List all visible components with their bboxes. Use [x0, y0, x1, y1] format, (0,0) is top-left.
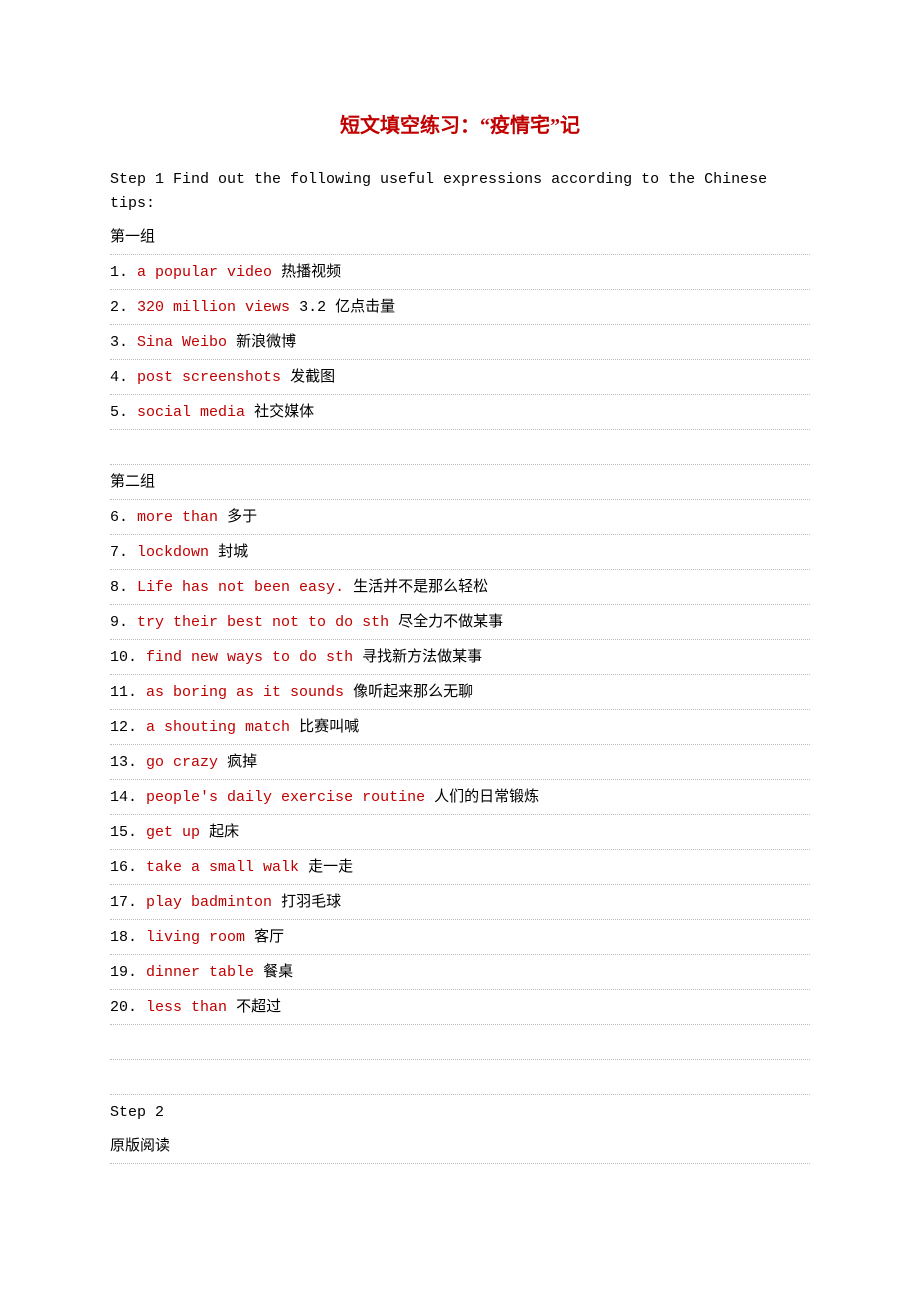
- item-chinese: 打羽毛球: [281, 894, 341, 911]
- item-english: 320 million views: [137, 299, 290, 316]
- item-english: get up: [146, 824, 200, 841]
- item-english: as boring as it sounds: [146, 684, 344, 701]
- group2-heading: 第二组: [110, 465, 810, 500]
- item-english: a popular video: [137, 264, 272, 281]
- list-item: 16. take a small walk 走一走: [110, 850, 810, 885]
- list-item: 2. 320 million views 3.2 亿点击量: [110, 290, 810, 325]
- item-number: 14.: [110, 789, 137, 806]
- list-item: 17. play badminton 打羽毛球: [110, 885, 810, 920]
- item-chinese: 生活并不是那么轻松: [353, 579, 488, 596]
- list-item: 19. dinner table 餐桌: [110, 955, 810, 990]
- item-english: go crazy: [146, 754, 218, 771]
- item-number: 6.: [110, 509, 128, 526]
- item-chinese: 人们的日常锻炼: [434, 789, 539, 806]
- item-chinese: 疯掉: [227, 754, 257, 771]
- item-chinese: 热播视频: [281, 264, 341, 281]
- item-number: 17.: [110, 894, 137, 911]
- list-item: 12. a shouting match 比赛叫喊: [110, 710, 810, 745]
- step2-label: Step 2: [110, 1095, 810, 1129]
- item-number: 12.: [110, 719, 137, 736]
- item-chinese: 发截图: [290, 369, 335, 386]
- item-number: 20.: [110, 999, 137, 1016]
- item-chinese: 封城: [218, 544, 248, 561]
- item-english: a shouting match: [146, 719, 290, 736]
- item-english: take a small walk: [146, 859, 299, 876]
- item-english: try their best not to do sth: [137, 614, 389, 631]
- item-english: people's daily exercise routine: [146, 789, 425, 806]
- item-chinese: 寻找新方法做某事: [362, 649, 482, 666]
- item-english: play badminton: [146, 894, 272, 911]
- item-english: living room: [146, 929, 245, 946]
- item-english: less than: [146, 999, 227, 1016]
- item-number: 18.: [110, 929, 137, 946]
- item-chinese: 比赛叫喊: [299, 719, 359, 736]
- item-english: Life has not been easy.: [137, 579, 344, 596]
- list-item: 13. go crazy 疯掉: [110, 745, 810, 780]
- item-english: lockdown: [137, 544, 209, 561]
- list-item: 7. lockdown 封城: [110, 535, 810, 570]
- item-number: 1.: [110, 264, 128, 281]
- item-chinese: 像听起来那么无聊: [353, 684, 473, 701]
- item-chinese: 走一走: [308, 859, 353, 876]
- item-number: 13.: [110, 754, 137, 771]
- list-item: 14. people's daily exercise routine 人们的日…: [110, 780, 810, 815]
- item-chinese: 多于: [227, 509, 257, 526]
- list-item: 15. get up 起床: [110, 815, 810, 850]
- item-number: 19.: [110, 964, 137, 981]
- item-chinese: 3.2 亿点击量: [299, 299, 395, 316]
- item-chinese: 不超过: [236, 999, 281, 1016]
- blank-line: [110, 1060, 810, 1095]
- list-item: 11. as boring as it sounds 像听起来那么无聊: [110, 675, 810, 710]
- list-item: 8. Life has not been easy. 生活并不是那么轻松: [110, 570, 810, 605]
- item-chinese: 尽全力不做某事: [398, 614, 503, 631]
- item-number: 3.: [110, 334, 128, 351]
- list-item: 1. a popular video 热播视频: [110, 255, 810, 290]
- item-english: more than: [137, 509, 218, 526]
- item-number: 9.: [110, 614, 128, 631]
- item-english: dinner table: [146, 964, 254, 981]
- item-chinese: 新浪微博: [236, 334, 296, 351]
- item-number: 2.: [110, 299, 128, 316]
- list-item: 20. less than 不超过: [110, 990, 810, 1025]
- item-number: 15.: [110, 824, 137, 841]
- item-chinese: 起床: [209, 824, 239, 841]
- item-number: 11.: [110, 684, 137, 701]
- list-item: 10. find new ways to do sth 寻找新方法做某事: [110, 640, 810, 675]
- step2-subheading: 原版阅读: [110, 1129, 810, 1164]
- list-item: 4. post screenshots 发截图: [110, 360, 810, 395]
- item-english: social media: [137, 404, 245, 421]
- list-item: 3. Sina Weibo 新浪微博: [110, 325, 810, 360]
- step1-instruction: Step 1 Find out the following useful exp…: [110, 162, 810, 220]
- blank-line: [110, 1025, 810, 1060]
- list-item: 5. social media 社交媒体: [110, 395, 810, 430]
- item-chinese: 社交媒体: [254, 404, 314, 421]
- list-item: 9. try their best not to do sth 尽全力不做某事: [110, 605, 810, 640]
- item-number: 10.: [110, 649, 137, 666]
- item-number: 16.: [110, 859, 137, 876]
- item-number: 8.: [110, 579, 128, 596]
- item-number: 4.: [110, 369, 128, 386]
- item-english: post screenshots: [137, 369, 281, 386]
- group1-heading: 第一组: [110, 220, 810, 255]
- item-english: find new ways to do sth: [146, 649, 353, 666]
- item-chinese: 餐桌: [263, 964, 293, 981]
- list-item: 6. more than 多于: [110, 500, 810, 535]
- item-number: 5.: [110, 404, 128, 421]
- item-english: Sina Weibo: [137, 334, 227, 351]
- item-number: 7.: [110, 544, 128, 561]
- item-chinese: 客厅: [254, 929, 284, 946]
- blank-line: [110, 430, 810, 465]
- list-item: 18. living room 客厅: [110, 920, 810, 955]
- document-title: 短文填空练习：“疫情宅”记: [110, 110, 810, 142]
